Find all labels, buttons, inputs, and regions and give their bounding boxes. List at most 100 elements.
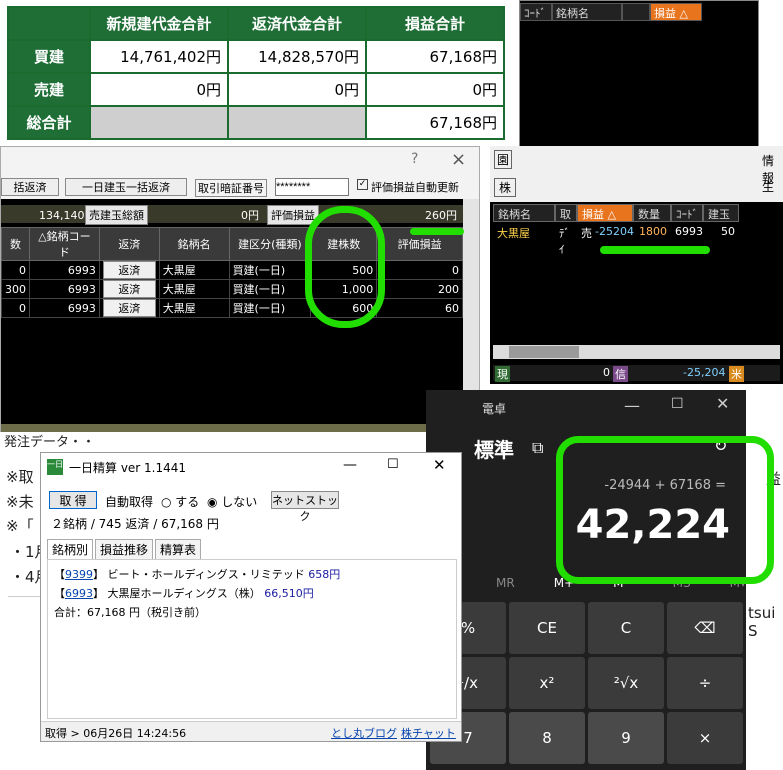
minimize-icon[interactable]: — [624, 396, 640, 415]
cell-n: 0 [1, 298, 30, 318]
cell-name: 大黒屋 [158, 298, 230, 318]
close-icon[interactable]: ✕ [716, 394, 729, 413]
summary-cell: 67,168円 [365, 39, 505, 74]
highlight-annotation [556, 436, 774, 584]
repay-button[interactable]: 返済 [102, 280, 156, 298]
summary-row-label: 買建 [7, 39, 91, 74]
position-panel: 園 株 情報 生 銘柄名 取 損益 △ 数量 ｺｰﾄﾞ 建玉 大黒屋 ﾃﾞｲ 売… [490, 146, 783, 384]
summary-header-new: 新規建代金合計 [89, 6, 229, 41]
backspace-key[interactable]: ⌫ [667, 602, 743, 654]
digit-8-key[interactable]: 8 [509, 712, 585, 764]
monitor-col-code[interactable]: ｺｰﾄﾞ [520, 3, 552, 21]
monitor-col-name[interactable]: 銘柄名 [552, 3, 622, 21]
col-header[interactable]: 返済 [98, 227, 160, 261]
position-footer: 現 0 信 -25,204 米 [493, 365, 780, 382]
keep-on-top-icon[interactable]: ⧉ [532, 438, 543, 458]
page-partial-top: 発注データ・・ [4, 435, 96, 450]
position-col[interactable]: 銘柄名 [493, 204, 555, 222]
radio-on[interactable]: ○ する [161, 493, 199, 510]
multiply-key[interactable]: × [667, 712, 743, 764]
netstock-button[interactable]: ネットストック [271, 491, 339, 523]
col-header[interactable]: △銘柄コード [29, 227, 100, 261]
monitor-col-pl[interactable]: 損益 △ [650, 3, 702, 21]
summary-cell: 14,761,402円 [89, 39, 229, 74]
table-row[interactable]: 0 6993 返済 大黒屋 買建(一日) 500 0 [1, 260, 463, 280]
square-key[interactable]: x² [509, 657, 585, 709]
auto-update-label: 評価損益自動更新 [371, 181, 459, 194]
summary-cell: 67,168円 [365, 105, 505, 140]
position-panel-toolbar: 園 株 情報 生 [490, 146, 783, 202]
scrollbar-thumb[interactable] [509, 346, 579, 358]
pin-input[interactable] [275, 178, 349, 196]
calc-title: 電卓 [482, 402, 507, 416]
panel-stock-tab[interactable]: 株 [494, 178, 517, 197]
clear-key[interactable]: C [588, 602, 664, 654]
position-col[interactable]: ｺｰﾄﾞ [671, 204, 703, 222]
position-col[interactable]: 取 [555, 204, 577, 222]
col-header[interactable]: 銘柄名 [158, 227, 230, 261]
highlight-annotation [600, 246, 710, 254]
position-pos: 50 [721, 225, 735, 238]
blog-link[interactable]: とし丸ブログ [331, 725, 397, 741]
horizontal-scrollbar[interactable] [493, 345, 780, 359]
repay-button[interactable]: 返済 [102, 299, 156, 317]
tab-bar: 銘柄別 損益推移 精算表 [47, 539, 202, 560]
summary-header-repay: 返済代金合計 [227, 6, 367, 41]
radio-off[interactable]: ◉ しない [207, 493, 257, 510]
status-text: 取得 > 06月26日 14:24:56 [45, 727, 187, 740]
sqrt-key[interactable]: ²√x [588, 657, 664, 709]
cell-pl: 200 [376, 279, 463, 299]
calc-mode[interactable]: 標準 [474, 434, 514, 463]
cell-n: 0 [1, 260, 30, 280]
summary-row-label: 売建 [7, 72, 91, 107]
col-header[interactable]: 数 [1, 227, 30, 261]
day-bulk-repay-button[interactable]: 一日建玉一括返済 [65, 178, 187, 196]
stock-code-link[interactable]: 6993 [65, 587, 93, 600]
page-line: ※「 [6, 517, 34, 535]
help-icon[interactable]: ? [411, 151, 418, 167]
tab-by-stock[interactable]: 銘柄別 [47, 539, 94, 560]
table-row[interactable]: 0 6993 返済 大黒屋 買建(一日) 600 60 [1, 298, 463, 318]
summary-cell: 0円 [227, 72, 367, 107]
stock-name: 大黒屋ホールディングス（株） [107, 587, 261, 600]
footer-shin: 信 [613, 366, 628, 382]
auto-fetch-label: 自動取得 [105, 495, 154, 509]
maximize-icon[interactable]: ☐ [387, 457, 399, 472]
divide-key[interactable]: ÷ [667, 657, 743, 709]
cell-code: 6993 [29, 298, 100, 318]
tab-settlement[interactable]: 精算表 [155, 539, 202, 560]
auto-update-toggle[interactable]: ✓ 評価損益自動更新 [357, 179, 459, 195]
digit-9-key[interactable]: 9 [588, 712, 664, 764]
position-side: 売 [581, 227, 592, 240]
totals-bar: 134,140円 売建玉総額 0円 評価損益 260円 [1, 205, 463, 225]
total-line: 合計：67,168 円（税引き前） [54, 606, 206, 619]
table-row[interactable]: 300 6993 返済 大黒屋 買建(一日) 1,000 200 [1, 279, 463, 299]
repay-button[interactable]: 返済 [102, 261, 156, 279]
col-header[interactable]: 建区分(種類) [228, 227, 312, 261]
monitor-col-blank[interactable] [622, 3, 650, 21]
position-col[interactable]: 数量 [633, 204, 671, 222]
clear-entry-key[interactable]: CE [509, 602, 585, 654]
panel-tab[interactable]: 園 [494, 150, 513, 169]
fetch-button[interactable]: 取 得 [49, 491, 97, 509]
maximize-icon[interactable]: ☐ [671, 396, 684, 412]
pin-label: 取引暗証番号 [195, 179, 267, 197]
positions-grid: 134,140円 売建玉総額 0円 評価損益 260円 数 △銘柄コード 返済 … [1, 199, 463, 424]
position-row[interactable]: 大黒屋 ﾃﾞｲ 売 -25204 1800 6993 50 [493, 224, 739, 256]
bulk-repay-button[interactable]: 括返済 [1, 178, 59, 196]
stock-code-link[interactable]: 9399 [65, 568, 93, 581]
tab-pl-trend[interactable]: 損益推移 [95, 539, 154, 560]
summary-cell-empty [227, 105, 367, 140]
checkbox-icon[interactable]: ✓ [357, 179, 368, 190]
stock-amount: 658円 [308, 568, 341, 581]
minimize-icon[interactable]: — [343, 457, 357, 473]
close-icon[interactable]: × [451, 149, 466, 170]
close-icon[interactable]: ✕ [433, 456, 446, 474]
chat-link[interactable]: 株チャット [401, 725, 456, 741]
cell-type: 買建(一日) [228, 298, 312, 318]
memory-recall-button[interactable]: MR [496, 576, 515, 590]
footer-genbutsu: 現 [495, 366, 510, 382]
position-col-pl[interactable]: 損益 △ [577, 204, 633, 222]
position-code: 6993 [675, 225, 703, 238]
position-col[interactable]: 建玉 [703, 204, 739, 222]
